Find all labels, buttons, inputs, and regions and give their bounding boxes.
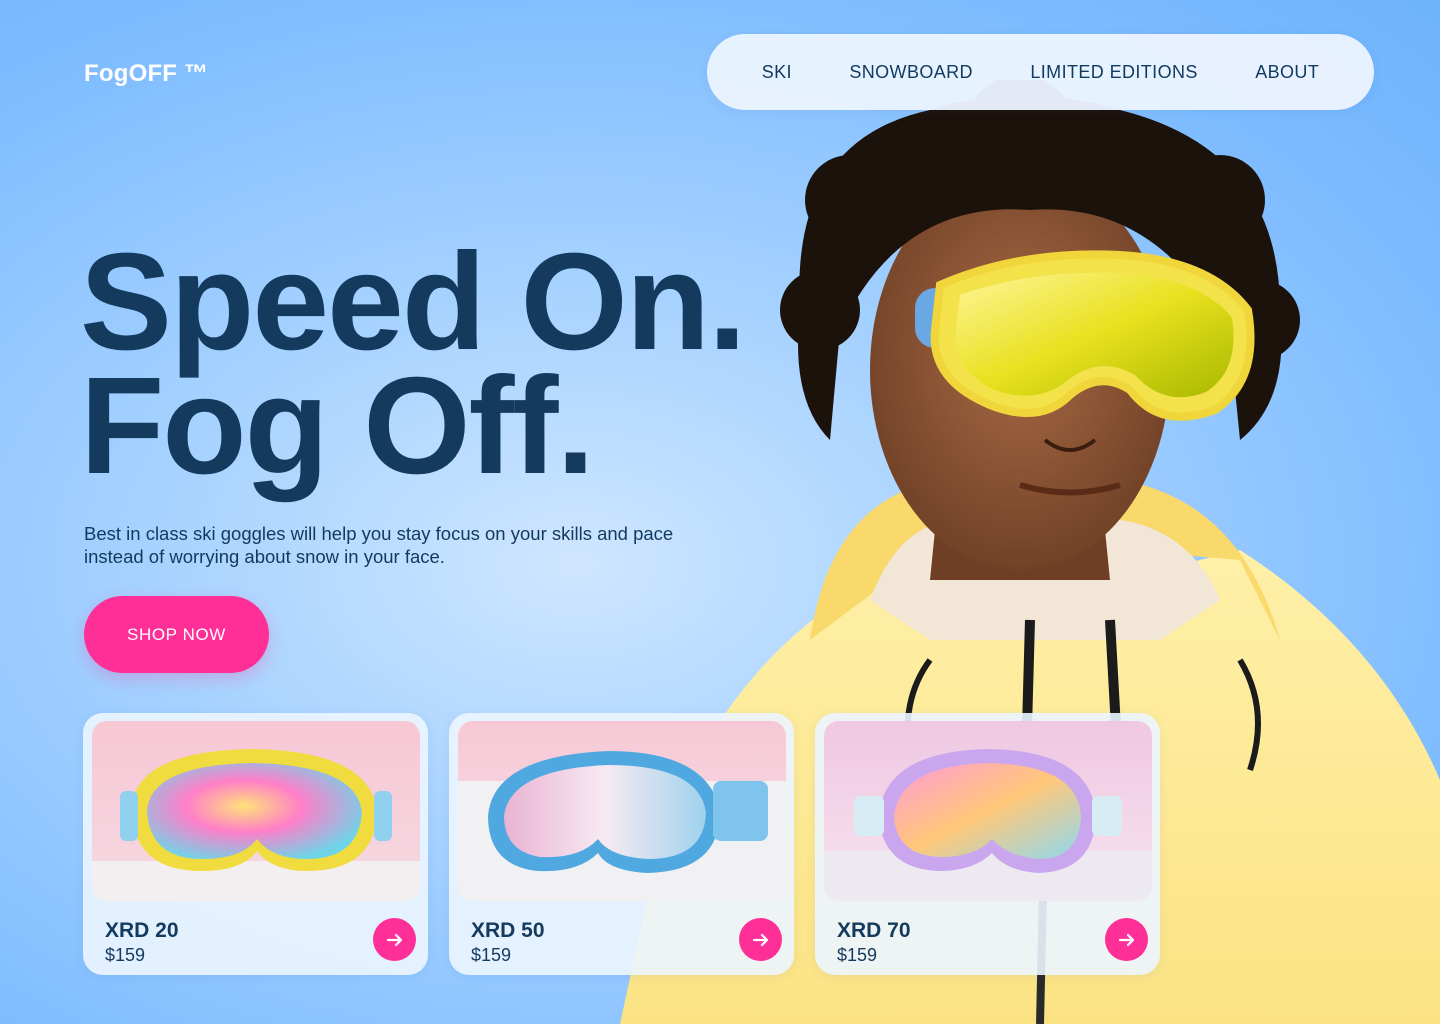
product-arrow-button-xrd-50[interactable] — [739, 918, 782, 961]
arrow-right-icon — [752, 933, 768, 946]
product-price: $159 — [105, 945, 146, 965]
hero-subtext: Best in class ski goggles will help you … — [84, 523, 674, 567]
brand-logo[interactable]: FogOFF ™ — [84, 60, 208, 88]
product-card-xrd-50[interactable]: XRD 50 $159 — [449, 713, 794, 975]
nav-about[interactable]: ABOUT — [1255, 62, 1319, 83]
product-arrow-button-xrd-20[interactable] — [373, 918, 416, 961]
product-image-xrd-20 — [92, 721, 420, 901]
main-navigation: SKI SNOWBOARD LIMITED EDITIONS ABOUT — [707, 34, 1374, 110]
nav-ski[interactable]: SKI — [762, 62, 792, 83]
product-name: XRD 50 — [471, 919, 545, 942]
arrow-right-icon — [386, 933, 402, 946]
nav-limited-editions[interactable]: LIMITED EDITIONS — [1030, 62, 1197, 83]
product-name: XRD 20 — [105, 919, 179, 942]
arrow-right-icon — [1118, 933, 1134, 946]
product-price: $159 — [837, 945, 878, 965]
product-image-xrd-70 — [824, 721, 1152, 901]
product-price: $159 — [471, 945, 512, 965]
product-name: XRD 70 — [837, 919, 911, 942]
product-card-list: XRD 20 $159 XRD 50 $159 XRD 70 $159 — [83, 713, 1160, 975]
headline-line-2: Fog Off. — [80, 349, 595, 503]
hero-headline: Speed On. Fog Off. — [80, 225, 746, 503]
headline-line-1: Speed On. — [80, 225, 746, 379]
shop-now-button[interactable]: SHOP NOW — [84, 596, 269, 673]
product-arrow-button-xrd-70[interactable] — [1105, 918, 1148, 961]
product-image-xrd-50 — [458, 721, 786, 901]
nav-snowboard[interactable]: SNOWBOARD — [849, 62, 973, 83]
product-card-xrd-70[interactable]: XRD 70 $159 — [815, 713, 1160, 975]
product-card-xrd-20[interactable]: XRD 20 $159 — [83, 713, 428, 975]
